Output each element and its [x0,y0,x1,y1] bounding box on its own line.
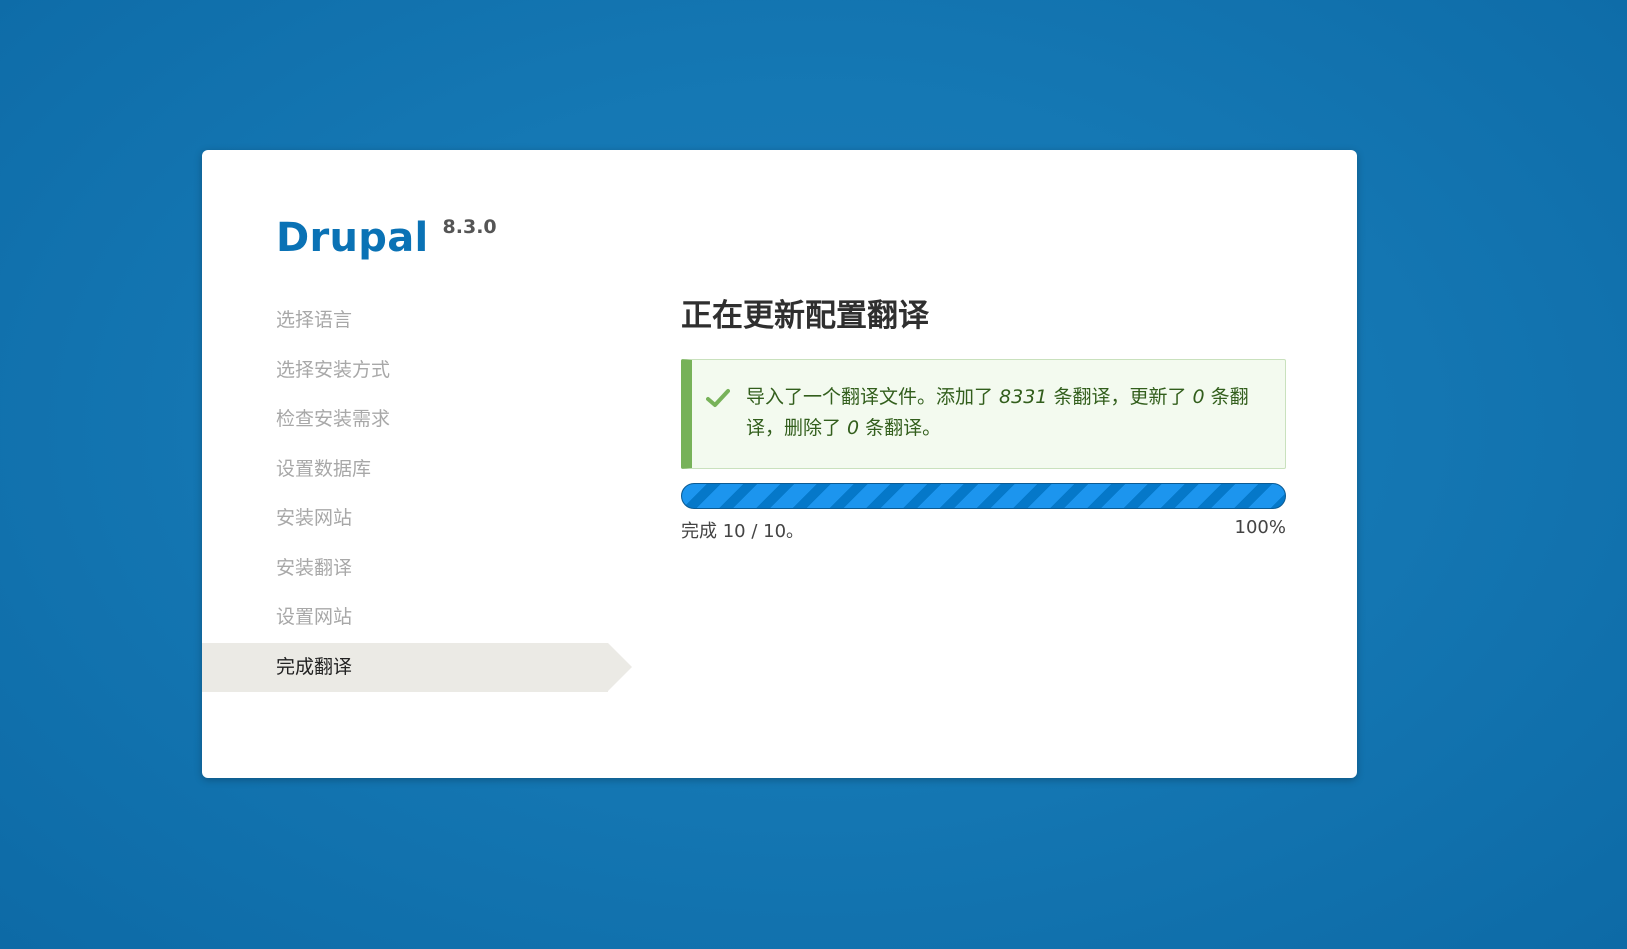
progress-track [681,483,1286,509]
installer-card: Drupal 8.3.0 选择语言 选择安装方式 检查安装需求 设置数据库 安装… [202,150,1357,778]
progress-info: 完成 10 / 10。 100% [681,517,1286,543]
progress-fill [682,484,1285,508]
updated-count: 0 [1192,386,1205,408]
message-text: 导入了一个翻译文件。添加了 8331 条翻译，更新了 0 条翻译，删除了 0 条… [746,386,1249,439]
step-finish-translations: 完成翻译 [202,642,632,692]
step-verify-requirements: 检查安装需求 [276,408,391,430]
step-setup-database: 设置数据库 [276,457,372,480]
deleted-count: 0 [847,417,860,439]
step-configure-site: 设置网站 [276,606,353,628]
main-content: 正在更新配置翻译 导入了一个翻译文件。添加了 8331 条翻译，更新了 0 条翻… [681,296,1286,543]
check-icon [706,389,730,407]
install-steps: 选择语言 选择安装方式 检查安装需求 设置数据库 安装网站 安装翻译 设置网站 … [202,296,632,692]
step-install-site: 安装网站 [276,507,353,529]
added-count: 8331 [999,386,1048,408]
brand: Drupal 8.3.0 [276,214,497,262]
page-title: 正在更新配置翻译 [681,298,929,334]
progress-bar: 完成 10 / 10。 100% [681,483,1286,543]
step-install-translations: 安装翻译 [276,556,353,579]
site-logo-text: Drupal [276,215,429,261]
status-message: 导入了一个翻译文件。添加了 8331 条翻译，更新了 0 条翻译，删除了 0 条… [681,359,1286,469]
progress-status: 完成 10 / 10。 [681,521,805,542]
step-choose-language: 选择语言 [276,309,353,331]
step-choose-profile: 选择安装方式 [276,358,391,381]
version-label: 8.3.0 [442,216,497,238]
progress-percent: 100% [1234,517,1286,538]
